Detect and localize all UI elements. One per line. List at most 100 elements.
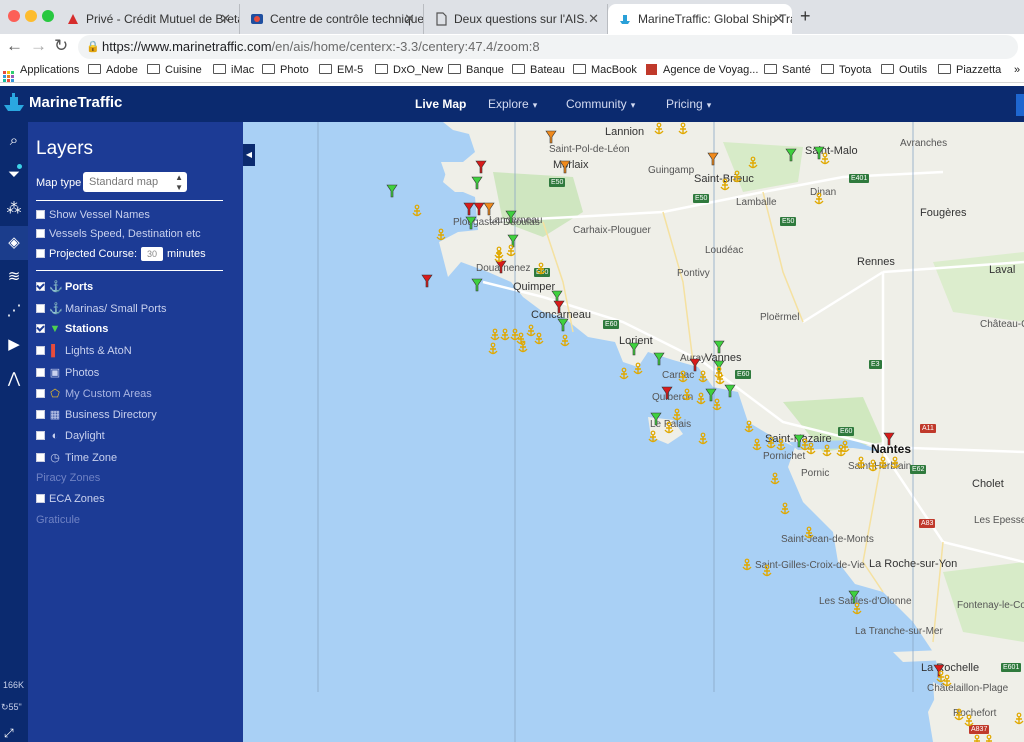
option-vessels-speed[interactable]: Vessels Speed, Destination etc <box>36 228 201 240</box>
site-logo[interactable]: MarineTraffic <box>3 92 122 112</box>
bookmark-dxo[interactable]: DxO_New <box>375 64 443 76</box>
port-anchor-marker[interactable] <box>711 398 723 412</box>
station-marker[interactable] <box>724 384 736 398</box>
layers-icon[interactable]: ◈ <box>0 226 28 260</box>
checkbox[interactable] <box>36 494 45 503</box>
station-marker[interactable] <box>883 432 895 446</box>
station-marker[interactable] <box>475 160 487 174</box>
port-anchor-marker[interactable] <box>743 420 755 434</box>
bookmark-banque[interactable]: Banque <box>448 64 504 76</box>
layer-ports[interactable]: ⚓ Ports <box>36 280 93 293</box>
station-marker[interactable] <box>553 300 565 314</box>
station-marker[interactable] <box>421 274 433 288</box>
tab-credit-mutuel[interactable]: Privé - Crédit Mutuel de Bretag ✕ <box>56 4 240 34</box>
port-anchor-marker[interactable] <box>677 122 689 136</box>
port-anchor-marker[interactable] <box>677 370 689 384</box>
station-marker[interactable] <box>650 412 662 426</box>
station-marker[interactable] <box>661 386 673 400</box>
bookmark-outils[interactable]: Outils <box>881 64 927 76</box>
port-anchor-marker[interactable] <box>487 342 499 356</box>
bookmark-adobe[interactable]: Adobe <box>88 64 138 76</box>
port-anchor-marker[interactable] <box>435 228 447 242</box>
address-bar[interactable]: 🔒 https://www.marinetraffic.com/en/ais/h… <box>78 35 1018 59</box>
tab-deux-questions[interactable]: Deux questions sur l'AIS. ✕ <box>424 4 608 34</box>
bookmark-agence[interactable]: Agence de Voyag... <box>646 64 758 76</box>
nav-explore[interactable]: Explore ▾ <box>488 97 537 111</box>
tab-controle-technique[interactable]: Centre de contrôle technique S ✕ <box>240 4 424 34</box>
search-icon[interactable]: ⌕ <box>0 124 28 158</box>
port-anchor-marker[interactable] <box>731 170 743 184</box>
bookmark-cuisine[interactable]: Cuisine <box>147 64 202 76</box>
station-marker[interactable] <box>471 278 483 292</box>
port-anchor-marker[interactable] <box>813 192 825 206</box>
nav-community[interactable]: Community ▾ <box>566 97 635 111</box>
port-anchor-marker[interactable] <box>851 602 863 616</box>
measure-icon[interactable]: ⋀ <box>0 362 28 396</box>
checkbox[interactable] <box>36 229 45 238</box>
bookmark-macbook[interactable]: MacBook <box>573 64 637 76</box>
port-anchor-marker[interactable] <box>855 456 867 470</box>
port-anchor-marker[interactable] <box>769 472 781 486</box>
station-marker[interactable] <box>785 148 797 162</box>
checkbox[interactable] <box>36 304 45 313</box>
port-anchor-marker[interactable] <box>821 444 833 458</box>
checkbox[interactable] <box>36 249 45 258</box>
tab-marinetraffic[interactable]: MarineTraffic: Global Ship Trac ✕ <box>608 4 792 34</box>
checkbox[interactable] <box>36 368 45 377</box>
port-anchor-marker[interactable] <box>663 421 675 435</box>
layer-timezone[interactable]: ◷ Time Zone <box>36 451 117 464</box>
layer-custom-areas[interactable]: ⬠ My Custom Areas <box>36 387 152 400</box>
option-show-vessel-names[interactable]: Show Vessel Names <box>36 209 150 221</box>
checkbox[interactable] <box>36 453 45 462</box>
port-anchor-marker[interactable] <box>963 714 975 728</box>
close-tab-icon[interactable]: ✕ <box>404 4 415 34</box>
port-anchor-marker[interactable] <box>411 204 423 218</box>
port-anchor-marker[interactable] <box>877 456 889 470</box>
checkbox-checked[interactable] <box>36 282 45 291</box>
projected-minutes-input[interactable]: 30 <box>141 247 164 261</box>
port-anchor-marker[interactable] <box>671 408 683 422</box>
map-type-select[interactable]: Standard map ▲ ▼ <box>83 172 187 192</box>
port-anchor-marker[interactable] <box>741 558 753 572</box>
port-anchor-marker[interactable] <box>559 334 571 348</box>
port-anchor-marker[interactable] <box>775 438 787 452</box>
weather-icon[interactable]: ≋ <box>0 260 28 294</box>
station-marker[interactable] <box>653 352 665 366</box>
port-anchor-marker[interactable] <box>714 372 726 386</box>
bookmark-sante[interactable]: Santé <box>764 64 811 76</box>
bookmark-toyota[interactable]: Toyota <box>821 64 871 76</box>
layer-stations[interactable]: ▼ Stations <box>36 323 108 335</box>
collapse-panel-button[interactable]: ◀ <box>243 144 255 166</box>
port-anchor-marker[interactable] <box>819 152 831 166</box>
back-button[interactable]: ← <box>6 36 23 56</box>
bookmark-piazzetta[interactable]: Piazzetta <box>938 64 1001 76</box>
station-marker[interactable] <box>545 130 557 144</box>
station-marker[interactable] <box>386 184 398 198</box>
port-anchor-marker[interactable] <box>533 332 545 346</box>
port-anchor-marker[interactable] <box>719 178 731 192</box>
port-anchor-marker[interactable] <box>747 156 759 170</box>
bookmark-imac[interactable]: iMac <box>213 64 254 76</box>
forward-button[interactable]: → <box>30 36 47 56</box>
port-anchor-marker[interactable] <box>681 388 693 402</box>
layer-marinas[interactable]: ⚓ Marinas/ Small Ports <box>36 302 166 315</box>
minimize-window-button[interactable] <box>25 10 37 22</box>
port-anchor-marker[interactable] <box>983 734 995 742</box>
port-anchor-marker[interactable] <box>697 432 709 446</box>
port-anchor-marker[interactable] <box>971 734 983 742</box>
bookmark-em5[interactable]: EM-5 <box>319 64 363 76</box>
nav-pricing[interactable]: Pricing ▾ <box>666 97 711 111</box>
close-window-button[interactable] <box>8 10 20 22</box>
port-anchor-marker[interactable] <box>493 250 505 264</box>
maximize-window-button[interactable] <box>42 10 54 22</box>
port-anchor-marker[interactable] <box>517 340 529 354</box>
checkbox[interactable] <box>36 346 45 355</box>
port-anchor-marker[interactable] <box>618 367 630 381</box>
port-anchor-marker[interactable] <box>535 262 547 276</box>
station-marker[interactable] <box>628 342 640 356</box>
account-button[interactable] <box>1016 94 1024 116</box>
port-anchor-marker[interactable] <box>647 430 659 444</box>
bookmark-photo[interactable]: Photo <box>262 64 309 76</box>
station-marker[interactable] <box>465 216 477 230</box>
port-anchor-marker[interactable] <box>489 328 501 342</box>
